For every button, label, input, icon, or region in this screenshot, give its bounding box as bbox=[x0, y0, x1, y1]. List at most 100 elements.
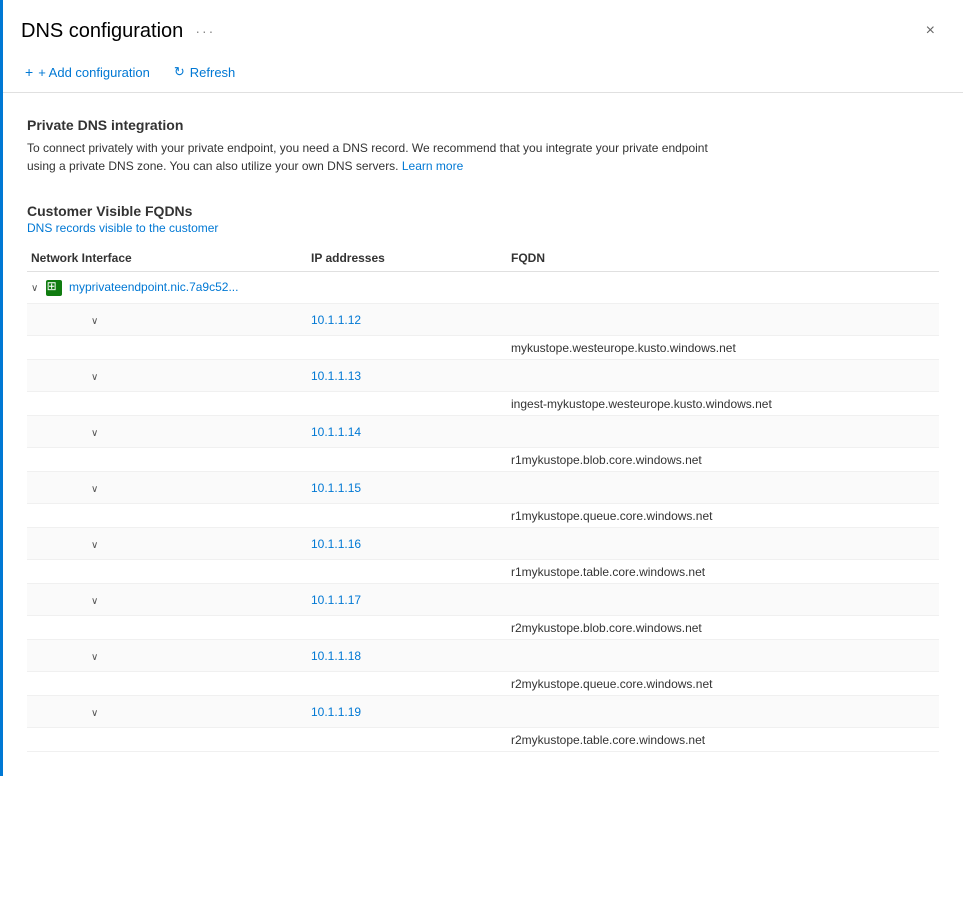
nic-fqdn-empty bbox=[507, 284, 939, 292]
nic-name: myprivateendpoint.nic.7a9c52... bbox=[69, 280, 238, 294]
nic-icon bbox=[46, 280, 62, 296]
panel-title: DNS configuration bbox=[21, 20, 183, 43]
row-ip-cell: 10.1.1.16 bbox=[307, 533, 507, 555]
panel-title-dots: ··· bbox=[195, 23, 215, 39]
fqdn-row-network-empty bbox=[27, 400, 307, 408]
table-row: ∨ 10.1.1.16 bbox=[27, 528, 939, 560]
chevron-down-icon[interactable]: ∨ bbox=[91, 316, 98, 327]
fqdn-row-network-empty bbox=[27, 624, 307, 632]
refresh-icon: ↻ bbox=[174, 64, 185, 80]
learn-more-link[interactable]: Learn more bbox=[402, 159, 463, 173]
close-button[interactable]: × bbox=[922, 18, 939, 44]
table-row: ∨ 10.1.1.12 bbox=[27, 304, 939, 336]
chevron-down-icon[interactable]: ∨ bbox=[91, 428, 98, 439]
fqdn-row-network-empty bbox=[27, 344, 307, 352]
row-network-cell: ∨ bbox=[27, 533, 307, 555]
fqdn-row-ip-empty bbox=[307, 736, 507, 744]
row-fqdn-cell: r1mykustope.table.core.windows.net bbox=[507, 561, 939, 583]
refresh-button[interactable]: ↻ Refresh bbox=[170, 62, 239, 82]
table-header: Network Interface IP addresses FQDN bbox=[27, 245, 939, 272]
col-header-network: Network Interface bbox=[27, 251, 307, 265]
row-fqdn-cell: r1mykustope.blob.core.windows.net bbox=[507, 449, 939, 471]
row-network-cell: ∨ bbox=[27, 477, 307, 499]
refresh-label: Refresh bbox=[190, 65, 236, 80]
row-fqdn-empty bbox=[507, 540, 939, 548]
fqdn-section: Customer Visible FQDNs DNS records visib… bbox=[27, 203, 939, 752]
chevron-down-icon[interactable]: ∨ bbox=[91, 540, 98, 551]
row-ip-cell: 10.1.1.15 bbox=[307, 477, 507, 499]
row-ip-cell: 10.1.1.12 bbox=[307, 309, 507, 331]
fqdn-row-ip-empty bbox=[307, 568, 507, 576]
chevron-down-icon[interactable]: ∨ bbox=[31, 283, 38, 294]
table-row: r2mykustope.blob.core.windows.net bbox=[27, 616, 939, 640]
fqdn-row-ip-empty bbox=[307, 400, 507, 408]
row-network-cell: ∨ bbox=[27, 365, 307, 387]
panel-content: Private DNS integration To connect priva… bbox=[3, 93, 963, 776]
fqdn-row-ip-empty bbox=[307, 624, 507, 632]
fqdn-table: Network Interface IP addresses FQDN ∨ my… bbox=[27, 245, 939, 752]
row-network-cell: ∨ bbox=[27, 309, 307, 331]
fqdn-section-subtitle: DNS records visible to the customer bbox=[27, 221, 939, 235]
row-fqdn-cell: r2mykustope.queue.core.windows.net bbox=[507, 673, 939, 695]
nic-cell: ∨ myprivateendpoint.nic.7a9c52... bbox=[27, 276, 307, 300]
col-header-fqdn: FQDN bbox=[507, 251, 939, 265]
add-icon: + bbox=[25, 64, 33, 80]
fqdn-row-ip-empty bbox=[307, 512, 507, 520]
table-row: ∨ 10.1.1.14 bbox=[27, 416, 939, 448]
row-fqdn-cell: ingest-mykustope.westeurope.kusto.window… bbox=[507, 393, 939, 415]
nic-row: ∨ myprivateendpoint.nic.7a9c52... bbox=[27, 272, 939, 304]
fqdn-row-network-empty bbox=[27, 680, 307, 688]
row-fqdn-cell: r2mykustope.blob.core.windows.net bbox=[507, 617, 939, 639]
chevron-down-icon[interactable]: ∨ bbox=[91, 708, 98, 719]
row-fqdn-empty bbox=[507, 428, 939, 436]
row-ip-cell: 10.1.1.18 bbox=[307, 645, 507, 667]
table-row: r1mykustope.blob.core.windows.net bbox=[27, 448, 939, 472]
add-configuration-label: + Add configuration bbox=[38, 65, 150, 80]
row-ip-cell: 10.1.1.13 bbox=[307, 365, 507, 387]
fqdn-section-title: Customer Visible FQDNs bbox=[27, 203, 939, 219]
table-row: r2mykustope.queue.core.windows.net bbox=[27, 672, 939, 696]
table-row: ingest-mykustope.westeurope.kusto.window… bbox=[27, 392, 939, 416]
add-configuration-button[interactable]: + + Add configuration bbox=[21, 62, 154, 82]
row-ip-cell: 10.1.1.17 bbox=[307, 589, 507, 611]
row-fqdn-empty bbox=[507, 708, 939, 716]
private-dns-description: To connect privately with your private e… bbox=[27, 139, 727, 175]
fqdn-row-ip-empty bbox=[307, 344, 507, 352]
fqdn-row-ip-empty bbox=[307, 680, 507, 688]
nic-ip-empty bbox=[307, 284, 507, 292]
panel-header: DNS configuration ··· × bbox=[3, 0, 963, 56]
row-fqdn-empty bbox=[507, 652, 939, 660]
dns-configuration-panel: DNS configuration ··· × + + Add configur… bbox=[0, 0, 963, 776]
chevron-down-icon[interactable]: ∨ bbox=[91, 372, 98, 383]
table-row: ∨ 10.1.1.15 bbox=[27, 472, 939, 504]
row-fqdn-empty bbox=[507, 596, 939, 604]
chevron-down-icon[interactable]: ∨ bbox=[91, 652, 98, 663]
row-fqdn-cell: mykustope.westeurope.kusto.windows.net bbox=[507, 337, 939, 359]
table-row: ∨ 10.1.1.13 bbox=[27, 360, 939, 392]
chevron-down-icon[interactable]: ∨ bbox=[91, 596, 98, 607]
fqdn-row-network-empty bbox=[27, 736, 307, 744]
row-fqdn-empty bbox=[507, 316, 939, 324]
row-fqdn-cell: r2mykustope.table.core.windows.net bbox=[507, 729, 939, 751]
row-fqdn-empty bbox=[507, 484, 939, 492]
fqdn-row-network-empty bbox=[27, 512, 307, 520]
row-network-cell: ∨ bbox=[27, 701, 307, 723]
table-row: r1mykustope.table.core.windows.net bbox=[27, 560, 939, 584]
toolbar: + + Add configuration ↻ Refresh bbox=[3, 56, 963, 93]
table-row: ∨ 10.1.1.17 bbox=[27, 584, 939, 616]
fqdn-row-network-empty bbox=[27, 568, 307, 576]
table-row: r2mykustope.table.core.windows.net bbox=[27, 728, 939, 752]
row-fqdn-cell: r1mykustope.queue.core.windows.net bbox=[507, 505, 939, 527]
private-dns-title: Private DNS integration bbox=[27, 117, 939, 133]
description-text: To connect privately with your private e… bbox=[27, 141, 708, 173]
table-row: ∨ 10.1.1.18 bbox=[27, 640, 939, 672]
col-header-ip: IP addresses bbox=[307, 251, 507, 265]
chevron-down-icon[interactable]: ∨ bbox=[91, 484, 98, 495]
fqdn-row-network-empty bbox=[27, 456, 307, 464]
row-ip-cell: 10.1.1.19 bbox=[307, 701, 507, 723]
row-fqdn-empty bbox=[507, 372, 939, 380]
data-rows-container: ∨ 10.1.1.12 mykustope.westeurope.kusto.w… bbox=[27, 304, 939, 752]
table-row: ∨ 10.1.1.19 bbox=[27, 696, 939, 728]
fqdn-row-ip-empty bbox=[307, 456, 507, 464]
row-network-cell: ∨ bbox=[27, 421, 307, 443]
